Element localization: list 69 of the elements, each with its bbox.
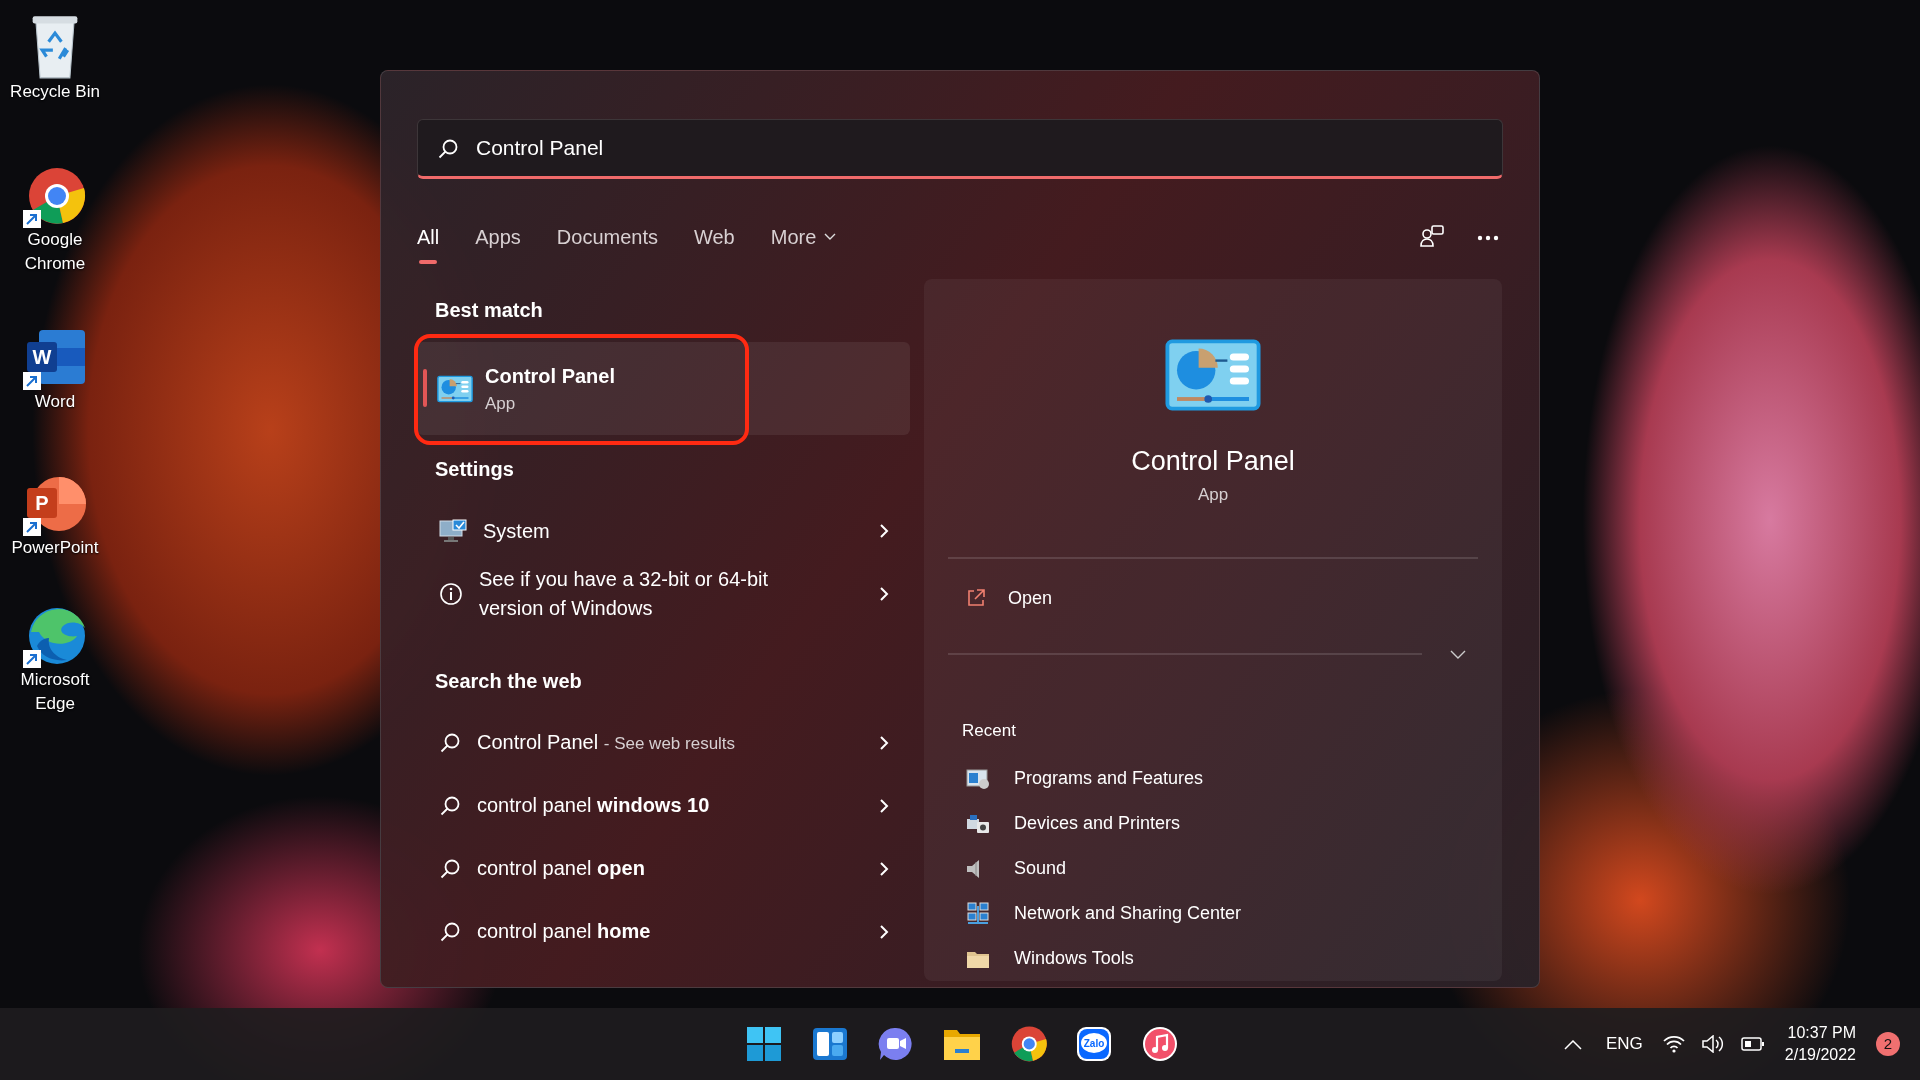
external-link-icon (966, 588, 986, 609)
chevron-down-icon (1450, 649, 1466, 660)
windows-logo-icon (746, 1026, 782, 1062)
recent-item[interactable]: Programs and Features (948, 756, 1478, 802)
desktop-icon-label[interactable]: PowerPoint (11, 536, 99, 560)
desktop-icon-label[interactable]: Recycle Bin (10, 80, 100, 104)
info-icon (439, 582, 463, 606)
section-heading: Best match (434, 298, 544, 323)
input-language[interactable]: ENG (1605, 1031, 1643, 1057)
search-icon (439, 731, 461, 754)
filter-tab[interactable]: More (770, 208, 837, 266)
filter-tab[interactable]: All (417, 208, 440, 266)
filter-tab[interactable]: Web (694, 208, 735, 266)
volume-icon[interactable] (1700, 1035, 1725, 1053)
search-icon (439, 920, 461, 943)
result-type: App (485, 392, 517, 415)
app-title: Control Panel (1131, 445, 1295, 478)
program-window-icon (966, 767, 990, 790)
chevron-right-icon (878, 733, 890, 752)
app-type: App (1197, 483, 1229, 506)
desktop-icon-label[interactable]: Google Chrome (24, 228, 86, 276)
chevron-right-icon (878, 522, 890, 540)
chevron-up-icon (1563, 1039, 1582, 1050)
chevron-right-icon (878, 859, 890, 878)
recent-item[interactable]: Windows Tools (948, 936, 1478, 981)
network-icon (966, 901, 990, 926)
desktop-icon-label[interactable]: Word (34, 390, 76, 414)
wifi-icon[interactable] (1662, 1035, 1685, 1053)
speaker-icon (966, 858, 980, 879)
music-note-icon (1142, 1026, 1178, 1062)
widgets-icon (812, 1026, 848, 1062)
clock[interactable]: 10:37 PM 2/19/2022 (1784, 1022, 1856, 1066)
monitor-icon (439, 519, 467, 543)
filter-tab[interactable]: Apps (475, 208, 521, 266)
best-match-result[interactable]: Control Panel App (417, 342, 910, 435)
people-chat-icon (1419, 224, 1445, 250)
folder-icon (943, 1027, 981, 1061)
search-field[interactable]: Control Panel (417, 119, 1503, 179)
settings-result[interactable]: System (417, 501, 910, 561)
desktop-icon-label[interactable]: Microsoft Edge (20, 668, 90, 716)
section-heading: Search the web (434, 669, 583, 694)
section-heading: Recent (962, 719, 1016, 742)
result-title: Control Panel (485, 363, 615, 389)
web-search-suggestion[interactable]: Control Panel - See web results (417, 711, 910, 774)
web-search-suggestion[interactable]: control panel open (417, 837, 910, 900)
recent-item[interactable]: Network and Sharing Center (948, 891, 1478, 937)
chevron-down-icon (824, 233, 837, 241)
settings-result[interactable]: See if you have a 32-bit or 64-bit version of Windows (417, 561, 910, 627)
chevron-right-icon (878, 922, 890, 941)
chevron-right-icon (878, 585, 890, 603)
chat-bubble-logo-icon: Zalo (1076, 1026, 1112, 1062)
recent-item[interactable]: Devices and Printers (948, 801, 1478, 847)
filter-tab[interactable]: Documents (556, 208, 658, 266)
notification-count[interactable]: 2 (1876, 1032, 1900, 1056)
battery-icon[interactable] (1740, 1036, 1765, 1052)
video-chat-icon (878, 1026, 914, 1062)
taskbar-button[interactable]: Zalo (1070, 1020, 1118, 1068)
web-search-suggestion[interactable]: control panel windows 10 (417, 774, 910, 837)
control-panel-icon (437, 374, 473, 403)
printer-camera-icon (966, 812, 990, 835)
chevron-right-icon (878, 796, 890, 815)
control-panel-icon (1165, 339, 1261, 411)
recent-item[interactable]: Sound (948, 846, 1478, 892)
search-icon (439, 794, 461, 817)
search-icon (439, 857, 461, 880)
section-heading: Settings (434, 457, 515, 482)
open-action[interactable]: Open (948, 570, 1071, 626)
ellipsis-icon (1477, 234, 1499, 241)
web-search-suggestion[interactable]: control panel home (417, 900, 910, 963)
